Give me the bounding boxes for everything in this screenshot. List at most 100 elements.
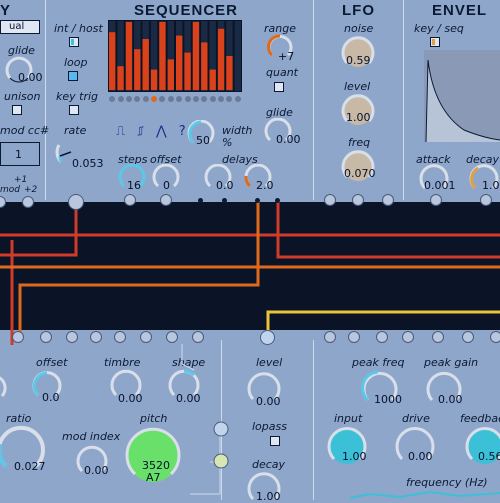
peak-gain-value: 0.00 — [438, 393, 463, 406]
port-eq-6[interactable] — [462, 331, 474, 343]
port-rate-out[interactable] — [68, 194, 84, 210]
port-delay2b[interactable] — [275, 198, 280, 203]
port-lfo-3[interactable] — [382, 194, 394, 206]
port-delay1b[interactable] — [222, 198, 227, 203]
loop-label: loop — [64, 56, 88, 69]
step-bar[interactable] — [167, 59, 174, 90]
attack-value: 0.001 — [424, 179, 456, 192]
mix-node-2[interactable] — [212, 452, 230, 470]
steps-value: 16 — [127, 179, 141, 192]
port-bottom-8[interactable] — [192, 331, 204, 343]
mod-cc-field[interactable]: 1 — [0, 142, 40, 166]
mix-node-1[interactable] — [212, 420, 230, 438]
key-trig-toggle[interactable] — [69, 105, 79, 115]
port-bottom-4[interactable] — [90, 331, 102, 343]
port-lfo-2[interactable] — [352, 194, 364, 206]
port-delay2[interactable] — [255, 198, 260, 203]
feedback-value: 0.56 — [478, 450, 500, 463]
port-bottom-5[interactable] — [114, 331, 126, 343]
envelope-display[interactable] — [424, 50, 500, 142]
step-bar[interactable] — [117, 66, 124, 90]
step-bar[interactable] — [209, 69, 216, 90]
key-trig-label: key trig — [56, 90, 99, 103]
step-indicators — [108, 95, 242, 103]
port-eq-1[interactable] — [324, 331, 336, 343]
step-indicator — [159, 96, 166, 102]
port-bottom-1[interactable] — [12, 331, 24, 343]
int-host-label: int / host — [54, 22, 103, 35]
step-bars[interactable] — [108, 20, 242, 92]
port-bottom-3[interactable] — [66, 331, 78, 343]
step-bar[interactable] — [109, 32, 116, 90]
port-env-2[interactable] — [480, 194, 492, 206]
step-bar[interactable] — [134, 49, 141, 90]
port-bottom-7[interactable] — [166, 331, 178, 343]
patch-cables[interactable] — [0, 195, 500, 345]
mod-cc-label: mod cc# — [0, 124, 50, 137]
port-eq-7[interactable] — [490, 331, 500, 343]
step-indicator — [218, 96, 225, 102]
step-indicator — [176, 96, 183, 102]
port-eq-2[interactable] — [348, 331, 360, 343]
step-indicator — [234, 96, 241, 102]
mode-select[interactable]: ual — [0, 20, 40, 34]
mod-cc-value: 1 — [15, 148, 22, 161]
step-sequencer-grid[interactable] — [108, 20, 242, 92]
mode-value: ual — [9, 21, 25, 32]
filter-level-value: 0.00 — [256, 395, 281, 408]
timbre-value: 0.00 — [118, 392, 143, 405]
lopass-toggle[interactable] — [270, 436, 280, 446]
step-bar[interactable] — [226, 56, 233, 90]
lfo-freq-value: 0.070 — [344, 167, 376, 180]
port-eq-4[interactable] — [402, 331, 414, 343]
step-bar[interactable] — [176, 35, 183, 90]
port-env-1[interactable] — [430, 194, 442, 206]
step-bar[interactable] — [184, 52, 191, 90]
step-cell[interactable] — [234, 21, 241, 91]
rate-value: 0.053 — [72, 157, 104, 170]
step-bar[interactable] — [159, 22, 166, 90]
port-label-plus1: +1 — [14, 175, 28, 185]
port-eq-5[interactable] — [432, 331, 444, 343]
step-bar[interactable] — [142, 39, 149, 90]
step-bar[interactable] — [217, 28, 225, 90]
filter-level-label: level — [256, 356, 283, 369]
left-edge-knob[interactable] — [0, 372, 12, 402]
unison-toggle[interactable] — [12, 105, 22, 115]
step-indicator — [109, 96, 116, 102]
port-bottom-2[interactable] — [40, 331, 52, 343]
step-bar[interactable] — [192, 22, 200, 90]
step-indicator — [226, 96, 233, 102]
port-delay1[interactable] — [198, 198, 203, 203]
port-top-2[interactable] — [22, 196, 34, 208]
port-offset-out[interactable] — [160, 194, 172, 206]
step-bar[interactable] — [150, 69, 158, 90]
port-eq-3[interactable] — [376, 331, 388, 343]
step-indicator — [151, 96, 158, 102]
offset-value: 0 — [163, 179, 170, 192]
seq-glide-value: 0.00 — [276, 133, 301, 146]
quant-label: quant — [266, 66, 298, 79]
step-bar[interactable] — [125, 22, 133, 90]
left-glide-value: 0.00 — [18, 71, 43, 84]
delay2-value: 2.0 — [256, 179, 274, 192]
mod-index-label: mod index — [62, 430, 121, 443]
key-seq-toggle[interactable] — [430, 37, 440, 47]
header-y: Y — [0, 2, 12, 19]
port-bottom-6[interactable] — [140, 331, 152, 343]
int-host-toggle[interactable] — [69, 37, 79, 47]
port-steps-out[interactable] — [124, 194, 136, 206]
header-lfo: LFO — [342, 2, 375, 19]
shape-selector[interactable]: ⎍ ⎎ ⋀ ? — [116, 124, 190, 139]
quant-toggle[interactable] — [274, 82, 284, 92]
step-bar[interactable] — [201, 42, 208, 90]
osc-offset-label: offset — [36, 356, 68, 369]
pitch-note: A7 — [146, 471, 161, 484]
loop-toggle[interactable] — [68, 71, 78, 81]
port-lfo-1[interactable] — [324, 194, 336, 206]
ratio-value: 0.027 — [14, 460, 46, 473]
step-indicator — [134, 96, 141, 102]
lfo-level-value: 1.00 — [346, 111, 371, 124]
width-value: 50 — [196, 134, 210, 147]
port-filter-in[interactable] — [260, 330, 275, 345]
